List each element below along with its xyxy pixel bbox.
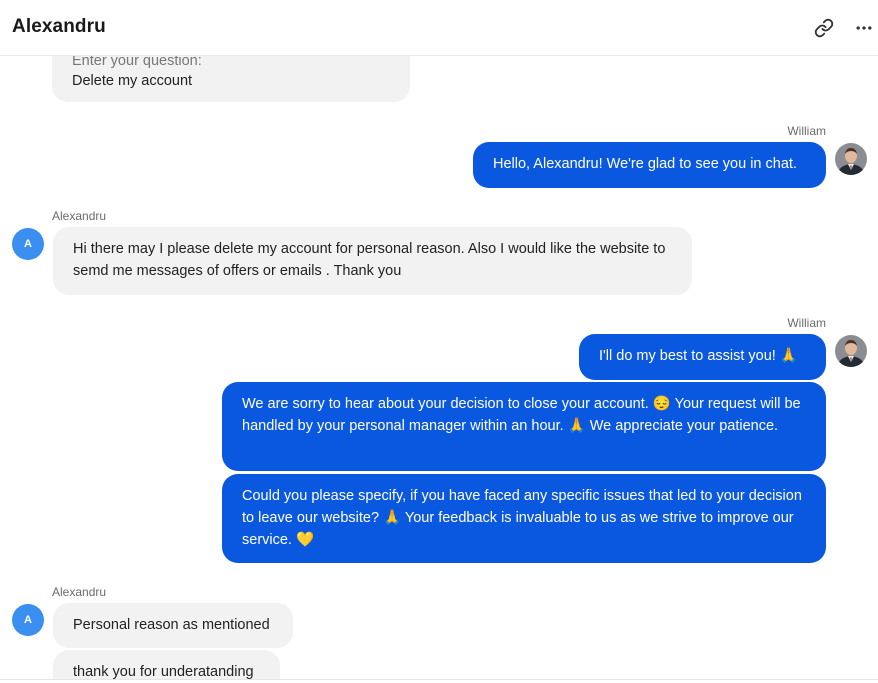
- more-horizontal-icon[interactable]: [852, 16, 876, 40]
- message-bubble-outgoing: We are sorry to hear about your decision…: [222, 382, 826, 471]
- divider: [0, 679, 878, 680]
- chat-title: Alexandru: [12, 16, 106, 37]
- message-bubble-outgoing: Hello, Alexandru! We're glad to see you …: [473, 142, 826, 188]
- message-text: Delete my account: [72, 73, 193, 89]
- message-bubble-incoming: Hi there may I please delete my account …: [53, 227, 692, 295]
- message-bubble-incoming: Enter your question: Delete my account: [52, 56, 410, 102]
- agent-avatar: [835, 143, 867, 175]
- sender-name: William: [787, 124, 826, 138]
- message-list[interactable]: Enter your question: Delete my account W…: [0, 56, 878, 679]
- agent-avatar: [835, 335, 867, 367]
- message-bubble-outgoing: I'll do my best to assist you! 🙏: [579, 334, 826, 380]
- link-icon[interactable]: [812, 16, 836, 40]
- chat-header: Alexandru: [0, 0, 878, 56]
- user-avatar: A: [12, 228, 44, 260]
- sender-name: Alexandru: [52, 585, 107, 599]
- message-bubble-incoming: Personal reason as mentioned: [53, 603, 293, 648]
- user-avatar: A: [12, 604, 44, 636]
- message-bubble-outgoing: Could you please specify, if you have fa…: [222, 474, 826, 563]
- sender-name: William: [787, 316, 826, 330]
- clipped-text: Enter your question:: [72, 56, 202, 69]
- sender-name: Alexandru: [52, 209, 107, 223]
- message-bubble-incoming: thank you for underatanding: [53, 650, 280, 679]
